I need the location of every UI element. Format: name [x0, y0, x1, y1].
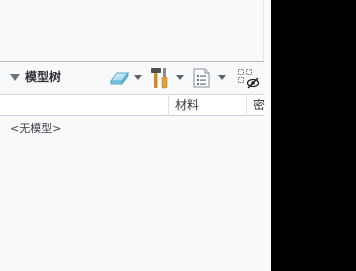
- tree-column-header-row: [0, 94, 264, 116]
- empty-model-message: <无模型>: [10, 122, 62, 135]
- tools-dropdown-chevron-down-icon[interactable]: [176, 75, 184, 80]
- tools-hammer-screwdriver-icon[interactable]: [149, 66, 171, 90]
- column-divider[interactable]: [246, 94, 247, 116]
- show-hide-icon[interactable]: [237, 66, 261, 90]
- model-tree-title: 模型树: [25, 70, 62, 84]
- eraser-icon[interactable]: [108, 66, 130, 90]
- column-header-material[interactable]: 材料: [175, 98, 199, 112]
- list-settings-icon[interactable]: [191, 66, 213, 90]
- eraser-dropdown-chevron-down-icon[interactable]: [134, 75, 142, 80]
- list-dropdown-chevron-down-icon[interactable]: [218, 75, 226, 80]
- panel-scroll-gutter[interactable]: [263, 0, 271, 271]
- collapse-triangle-icon[interactable]: [10, 74, 20, 81]
- column-header-density[interactable]: 密: [253, 98, 265, 112]
- model-tree-body: [0, 116, 264, 271]
